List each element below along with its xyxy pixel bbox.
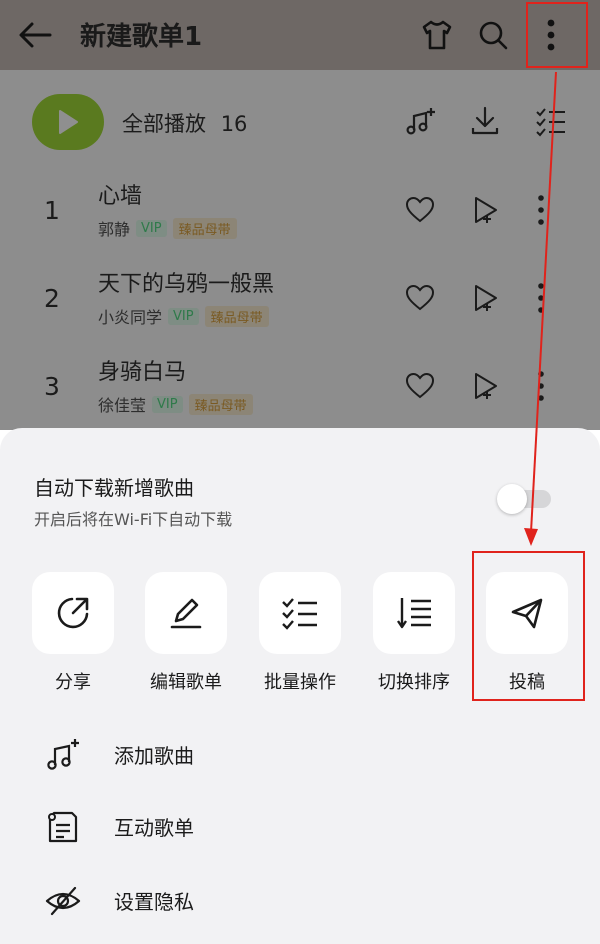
edit-playlist-action[interactable]: 编辑歌单	[145, 572, 227, 694]
checklist-icon	[536, 108, 565, 137]
play-all-text: 全部播放	[122, 112, 206, 136]
quality-badge: 臻品母带	[204, 305, 269, 327]
quality-badge: 臻品母带	[188, 393, 253, 415]
page-title: 新建歌单1	[80, 22, 203, 52]
song-title: 心墙	[98, 184, 143, 209]
batch-label: 批量操作	[264, 672, 336, 693]
song-artist: 徐佳莹	[98, 396, 147, 415]
search-icon	[479, 21, 508, 50]
song-artist: 小炎同学	[98, 308, 163, 327]
like-button[interactable]	[404, 370, 436, 402]
add-song-tool[interactable]	[404, 104, 438, 138]
share-label: 分享	[55, 672, 91, 693]
more-options-sheet: 自动下载新增歌曲 开启后将在Wi-Fi下自动下载 分享 编辑歌单 批量操作 切换…	[0, 428, 600, 944]
song-count: 16	[220, 112, 248, 136]
song-more-button[interactable]	[536, 282, 568, 314]
batch-checklist-icon	[282, 598, 317, 630]
download-icon	[471, 106, 499, 135]
batch-tile[interactable]	[259, 572, 341, 654]
music-add-icon	[406, 108, 435, 135]
menu-label: 添加歌曲	[114, 744, 194, 768]
song-title: 身骑白马	[98, 360, 187, 385]
privacy-eye-off-icon	[44, 882, 82, 920]
add-to-playlist-icon	[475, 285, 497, 311]
song-meta: 郭静 VIP 臻品母带	[98, 216, 237, 240]
sort-action[interactable]: 切换排序	[373, 572, 455, 694]
play-all-button[interactable]	[32, 94, 104, 150]
play-all-label: 全部播放 16	[122, 108, 247, 138]
like-button[interactable]	[404, 282, 436, 314]
sort-icon	[397, 598, 431, 629]
top-bar: 新建歌单1	[0, 0, 600, 70]
more-vertical-icon	[538, 195, 544, 225]
back-arrow-icon	[19, 22, 52, 48]
vip-badge: VIP	[168, 307, 199, 325]
batch-tool[interactable]	[534, 104, 568, 138]
menu-item-interactive-playlist[interactable]: 互动歌单	[0, 794, 600, 858]
song-row[interactable]: 1 心墙 郭静 VIP 臻品母带	[0, 170, 600, 258]
play-icon	[59, 110, 78, 134]
sort-label: 切换排序	[378, 672, 450, 693]
tshirt-icon	[422, 20, 452, 50]
playlist-content: 全部播放 16 1 心墙 郭静 VIP 臻品母带 2 天下的乌鸦一般黑 小炎同学…	[0, 70, 600, 430]
share-tile[interactable]	[32, 572, 114, 654]
share-action[interactable]: 分享	[32, 572, 114, 694]
add-music-icon	[44, 736, 82, 774]
heart-icon	[405, 372, 435, 399]
auto-download-toggle[interactable]	[497, 484, 553, 514]
auto-download-title: 自动下载新增歌曲	[34, 476, 194, 500]
download-tool[interactable]	[468, 104, 502, 138]
sort-tile[interactable]	[373, 572, 455, 654]
more-vertical-icon	[538, 283, 544, 313]
edit-pencil-icon	[170, 598, 202, 629]
share-icon	[57, 597, 89, 629]
batch-action[interactable]: 批量操作	[259, 572, 341, 694]
song-index: 3	[44, 372, 60, 401]
add-to-playlist-button[interactable]	[470, 194, 502, 226]
add-to-playlist-button[interactable]	[470, 370, 502, 402]
edit-playlist-label: 编辑歌单	[150, 672, 222, 693]
song-title: 天下的乌鸦一般黑	[98, 272, 275, 297]
auto-download-subtitle: 开启后将在Wi-Fi下自动下载	[34, 510, 233, 529]
song-more-button[interactable]	[536, 194, 568, 226]
song-meta: 徐佳莹 VIP 臻品母带	[98, 392, 253, 416]
menu-item-privacy[interactable]: 设置隐私	[0, 868, 600, 932]
quality-badge: 臻品母带	[172, 217, 237, 239]
add-to-playlist-icon	[475, 197, 497, 223]
interactive-playlist-icon	[44, 808, 82, 846]
heart-icon	[405, 196, 435, 223]
highlight-box-more	[526, 2, 588, 68]
menu-label: 设置隐私	[114, 890, 194, 914]
song-row[interactable]: 3 身骑白马 徐佳莹 VIP 臻品母带	[0, 346, 600, 434]
menu-label: 互动歌单	[114, 816, 194, 840]
vip-badge: VIP	[152, 395, 183, 413]
song-artist: 郭静	[98, 220, 131, 239]
more-vertical-icon	[538, 371, 544, 401]
add-to-playlist-icon	[475, 373, 497, 399]
play-all-row: 全部播放 16	[0, 70, 600, 170]
vip-badge: VIP	[136, 219, 167, 237]
song-row[interactable]: 2 天下的乌鸦一般黑 小炎同学 VIP 臻品母带	[0, 258, 600, 346]
add-to-playlist-button[interactable]	[470, 282, 502, 314]
song-more-button[interactable]	[536, 370, 568, 402]
edit-playlist-tile[interactable]	[145, 572, 227, 654]
highlight-box-submit	[472, 551, 585, 701]
song-index: 1	[44, 196, 60, 225]
like-button[interactable]	[404, 194, 436, 226]
song-index: 2	[44, 284, 60, 313]
skin-button[interactable]	[416, 14, 458, 56]
menu-item-add-songs[interactable]: 添加歌曲	[0, 722, 600, 786]
heart-icon	[405, 284, 435, 311]
song-meta: 小炎同学 VIP 臻品母带	[98, 304, 269, 328]
toggle-knob	[497, 484, 527, 514]
search-button[interactable]	[472, 14, 514, 56]
back-button[interactable]	[16, 15, 56, 55]
